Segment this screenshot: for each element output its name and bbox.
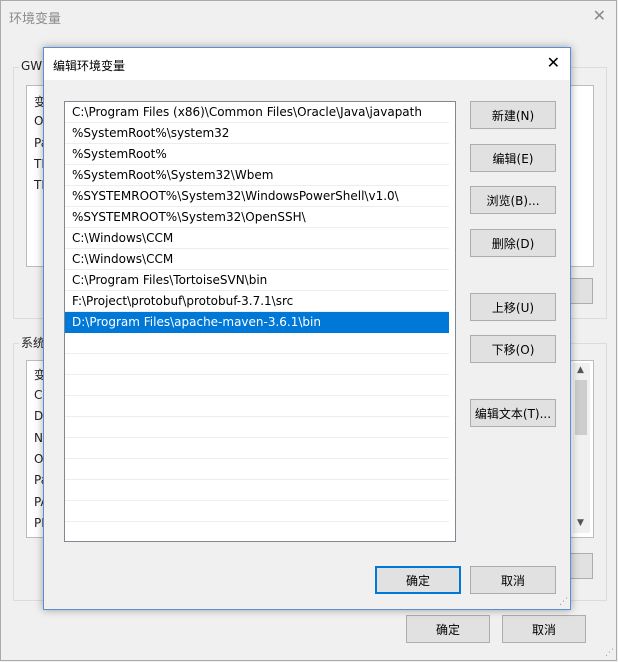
list-item: N: [34, 431, 43, 445]
list-item[interactable]: %SystemRoot%\system32: [65, 123, 449, 144]
empty-row[interactable]: [65, 354, 449, 375]
resize-grip-icon[interactable]: ⋰: [605, 648, 614, 658]
path-entries-list[interactable]: C:\Program Files (x86)\Common Files\Orac…: [64, 101, 456, 542]
env-ok-button[interactable]: 确定: [406, 615, 490, 643]
window-title: 环境变量: [9, 12, 62, 27]
list-item[interactable]: %SystemRoot%: [65, 144, 449, 165]
browse-button[interactable]: 浏览(B)...: [470, 186, 556, 214]
edit-environment-variable-dialog: 编辑环境变量 ✕ C:\Program Files (x86)\Common F…: [43, 47, 571, 610]
empty-row[interactable]: [65, 417, 449, 438]
env-cancel-button[interactable]: 取消: [502, 615, 586, 643]
empty-row[interactable]: [65, 375, 449, 396]
empty-row[interactable]: [65, 459, 449, 480]
edit-button[interactable]: 编辑(E): [470, 144, 556, 172]
new-button[interactable]: 新建(N): [470, 101, 556, 129]
list-item-selected[interactable]: D:\Program Files\apache-maven-3.6.1\bin: [65, 312, 449, 333]
close-icon[interactable]: ✕: [547, 53, 560, 72]
ok-button[interactable]: 确定: [375, 566, 461, 594]
empty-row[interactable]: [65, 480, 449, 501]
close-icon[interactable]: ✕: [593, 6, 606, 25]
system-list-scrollbar[interactable]: ▲ ▼: [573, 363, 590, 533]
user-delete-button-stub[interactable]: [569, 278, 593, 304]
scroll-up-icon[interactable]: ▲: [577, 365, 584, 375]
list-item[interactable]: F:\Project\protobuf\protobuf-3.7.1\src: [65, 291, 449, 312]
list-item[interactable]: %SYSTEMROOT%\System32\OpenSSH\: [65, 207, 449, 228]
empty-row[interactable]: [65, 438, 449, 459]
list-item[interactable]: %SystemRoot%\System32\Wbem: [65, 165, 449, 186]
list-item[interactable]: C:\Windows\CCM: [65, 228, 449, 249]
list-item[interactable]: C:\Program Files\TortoiseSVN\bin: [65, 270, 449, 291]
scroll-thumb[interactable]: [575, 380, 587, 435]
empty-row[interactable]: [65, 501, 449, 522]
dialog-title: 编辑环境变量: [53, 59, 126, 73]
resize-grip-icon[interactable]: ⋰: [559, 597, 568, 607]
move-up-button[interactable]: 上移(U): [470, 293, 556, 321]
move-down-button[interactable]: 下移(O): [470, 335, 556, 363]
empty-row[interactable]: [65, 396, 449, 417]
dialog-titlebar: 编辑环境变量 ✕: [44, 48, 570, 80]
empty-row[interactable]: [65, 333, 449, 354]
list-item[interactable]: %SYSTEMROOT%\System32\WindowsPowerShell\…: [65, 186, 449, 207]
user-variables-label: GW: [19, 59, 45, 73]
delete-button[interactable]: 删除(D): [470, 229, 556, 257]
list-item[interactable]: C:\Windows\CCM: [65, 249, 449, 270]
system-delete-button-stub[interactable]: [569, 553, 593, 579]
edit-text-button[interactable]: 编辑文本(T)...: [470, 399, 556, 427]
cancel-button[interactable]: 取消: [470, 566, 556, 594]
list-item[interactable]: C:\Program Files (x86)\Common Files\Orac…: [65, 102, 449, 123]
scroll-down-icon[interactable]: ▼: [577, 518, 584, 528]
